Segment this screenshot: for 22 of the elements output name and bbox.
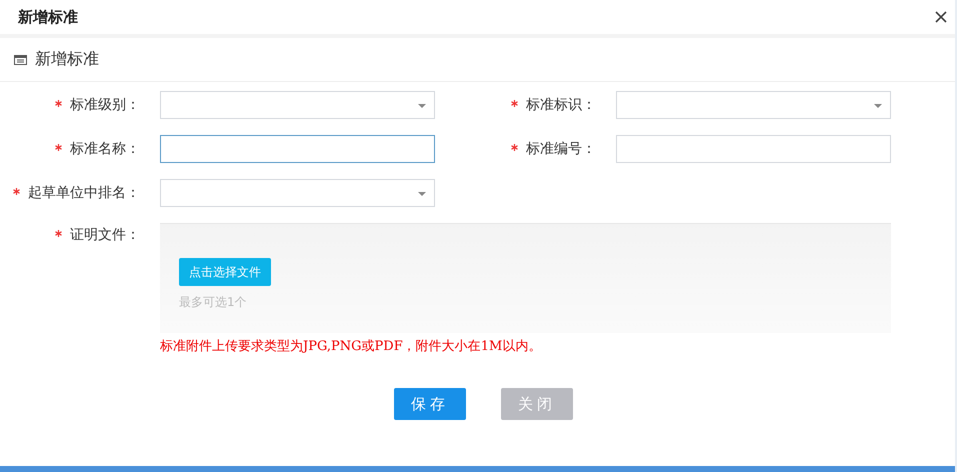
field-label: 标准编号： — [526, 141, 596, 157]
select-field[interactable] — [616, 91, 891, 119]
dialog-title: 新增标准 — [18, 8, 78, 26]
upload-hint: 最多可选1个 — [179, 294, 247, 311]
field-label: 标准级别： — [70, 97, 140, 113]
field-label: 标准标识： — [526, 97, 596, 113]
input-field[interactable] — [160, 135, 435, 163]
close-icon[interactable] — [935, 11, 947, 23]
caret-icon — [874, 104, 882, 108]
choose-file-button[interactable]: 点击选择文件 — [179, 258, 271, 286]
section-title: 新增标准 — [35, 49, 99, 70]
field-label: 起草单位中排名： — [28, 185, 140, 201]
field-label: 证明文件： — [70, 227, 140, 243]
caret-icon — [418, 192, 426, 196]
select-field[interactable] — [160, 179, 435, 207]
save-button[interactable]: 保存 — [394, 388, 466, 420]
field-label: 标准名称： — [70, 141, 140, 157]
caret-icon — [418, 104, 426, 108]
upload-note: 标准附件上传要求类型为JPG,PNG或PDF，附件大小在1M以内。 — [160, 338, 542, 355]
select-field[interactable] — [160, 91, 435, 119]
list-icon — [14, 54, 27, 64]
close-button[interactable]: 关闭 — [501, 388, 573, 420]
